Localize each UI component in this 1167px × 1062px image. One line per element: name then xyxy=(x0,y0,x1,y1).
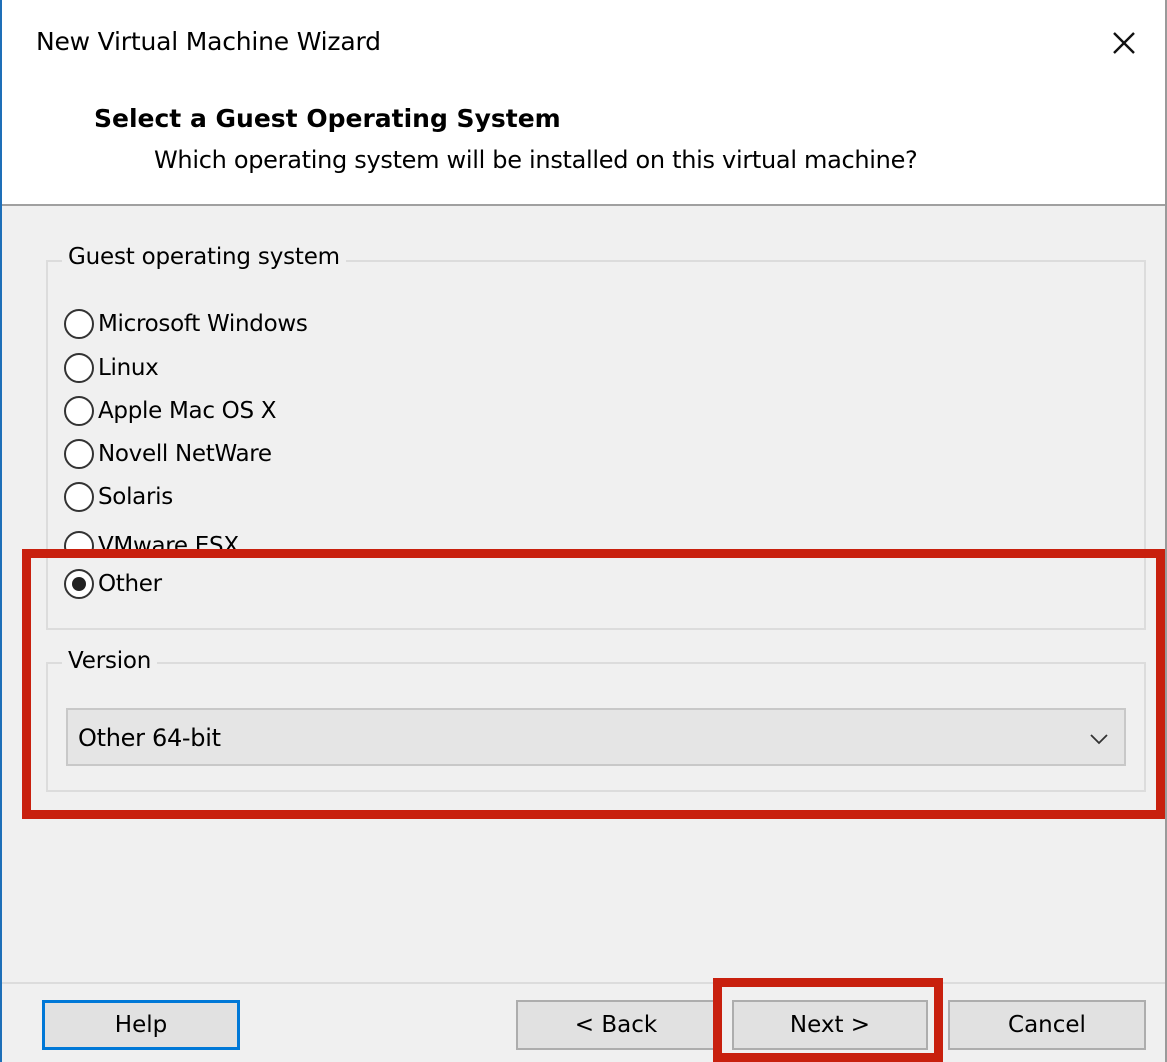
footer-divider xyxy=(2,982,1165,984)
radio-label: Linux xyxy=(98,355,159,381)
radio-solaris[interactable]: Solaris xyxy=(64,477,173,517)
window-title: New Virtual Machine Wizard xyxy=(36,27,381,56)
guest-os-legend: Guest operating system xyxy=(62,244,346,270)
page-subtitle: Which operating system will be installed… xyxy=(154,146,918,174)
radio-label: Solaris xyxy=(98,484,173,510)
page-title: Select a Guest Operating System xyxy=(94,104,561,133)
back-button[interactable]: < Back xyxy=(516,1000,716,1050)
radio-button[interactable] xyxy=(64,353,94,383)
radio-button[interactable] xyxy=(64,531,94,549)
version-dropdown[interactable]: Other 64-bit xyxy=(66,708,1126,766)
title-bar: New Virtual Machine Wizard xyxy=(2,0,1165,92)
radio-linux[interactable]: Linux xyxy=(64,348,159,388)
radio-label: Other xyxy=(98,571,162,597)
radio-label: Apple Mac OS X xyxy=(98,398,277,424)
help-button[interactable]: Help xyxy=(42,1000,240,1050)
wizard-window: New Virtual Machine Wizard Select a Gues… xyxy=(0,0,1167,1062)
radio-vmware-esx-clip: VMware ESX xyxy=(64,522,364,549)
radio-vmware-esx[interactable]: VMware ESX xyxy=(64,526,239,549)
radio-button[interactable] xyxy=(64,439,94,469)
radio-button[interactable] xyxy=(64,309,94,339)
radio-button[interactable] xyxy=(64,396,94,426)
radio-label: Novell NetWare xyxy=(98,441,272,467)
close-button[interactable] xyxy=(1101,20,1147,66)
chevron-down-icon xyxy=(1090,734,1108,745)
close-icon xyxy=(1113,32,1135,54)
version-legend: Version xyxy=(62,648,158,674)
radio-microsoft-windows[interactable]: Microsoft Windows xyxy=(64,304,308,344)
radio-novell-netware[interactable]: Novell NetWare xyxy=(64,434,272,474)
version-selected-value: Other 64-bit xyxy=(78,724,221,752)
cancel-button[interactable]: Cancel xyxy=(948,1000,1146,1050)
radio-apple-mac-os-x[interactable]: Apple Mac OS X xyxy=(64,391,277,431)
radio-label: Microsoft Windows xyxy=(98,311,308,337)
wizard-header: Select a Guest Operating System Which op… xyxy=(2,92,1165,206)
guest-os-group-border xyxy=(46,628,1146,630)
radio-other[interactable]: Other xyxy=(64,564,162,604)
next-button[interactable]: Next > xyxy=(732,1000,928,1050)
radio-label: VMware ESX xyxy=(98,533,239,549)
radio-button-checked[interactable] xyxy=(64,569,94,599)
radio-button[interactable] xyxy=(64,482,94,512)
